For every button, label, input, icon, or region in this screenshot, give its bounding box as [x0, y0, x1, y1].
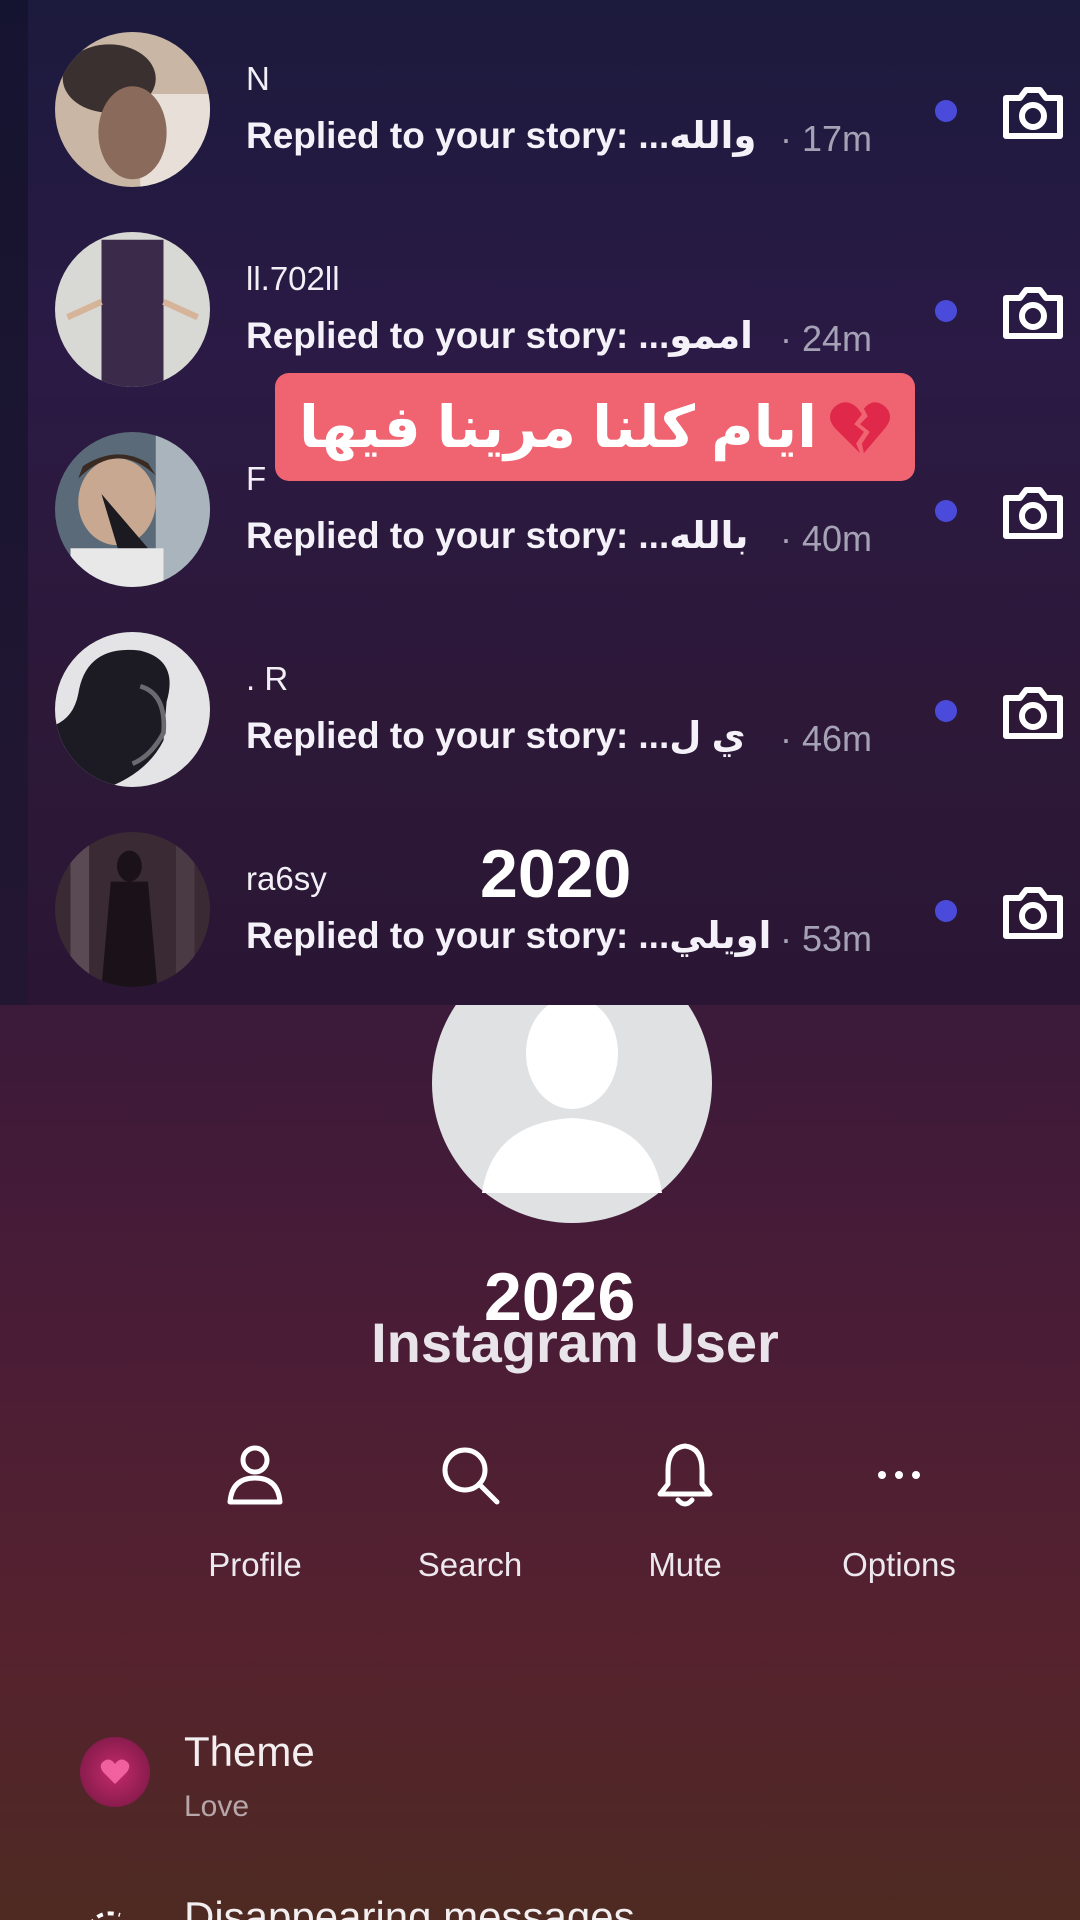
- thread-time: · 17m: [780, 118, 873, 159]
- search-button-label: Search: [417, 1546, 523, 1583]
- thread-time: · 46m: [780, 718, 873, 759]
- bell-icon: [657, 1443, 713, 1507]
- unread-dot: [935, 700, 957, 722]
- avatar[interactable]: [55, 232, 210, 387]
- profile-button[interactable]: Profile: [170, 1440, 340, 1584]
- mute-button-label: Mute: [648, 1546, 722, 1583]
- camera-icon[interactable]: [1000, 282, 1066, 342]
- dm-thread-row[interactable]: N Replied to your story: والله... · 17m: [0, 0, 1080, 200]
- unread-dot: [935, 500, 957, 522]
- thread-time: · 53m: [780, 918, 873, 959]
- unread-dot: [935, 900, 957, 922]
- camera-icon[interactable]: [1000, 682, 1066, 742]
- unread-dot: [935, 300, 957, 322]
- thread-name: ra6sy: [246, 860, 327, 897]
- mute-button[interactable]: Mute: [600, 1440, 770, 1584]
- preview-text: اويلي...: [638, 915, 772, 956]
- thread-time: · 24m: [780, 318, 873, 359]
- dm-thread-row[interactable]: . R Replied to your story: ي ل... · 46m: [0, 600, 1080, 800]
- theme-heart-icon: [80, 1737, 150, 1807]
- profile-button-label: Profile: [208, 1546, 302, 1583]
- preview-prefix: Replied to your story:: [246, 115, 629, 156]
- person-icon: [227, 1445, 283, 1505]
- avatar[interactable]: [55, 632, 210, 787]
- options-button-label: Options: [842, 1546, 956, 1583]
- preview-prefix: Replied to your story:: [246, 515, 629, 556]
- dm-thread-row[interactable]: ll.702ll Replied to your story: اممو... ·…: [0, 200, 1080, 400]
- unread-dot: [935, 100, 957, 122]
- broken-heart-icon: [830, 402, 891, 454]
- preview-text: ي ل...: [638, 715, 746, 756]
- preview-prefix: Replied to your story:: [246, 915, 629, 956]
- camera-icon[interactable]: [1000, 482, 1066, 542]
- search-icon: [442, 1447, 500, 1505]
- preview-text: بالله...: [638, 515, 749, 556]
- year-label-top: 2020: [480, 836, 632, 912]
- thread-name: ll.702ll: [246, 260, 340, 297]
- caption-banner: ايام كلنا مرينا فيها: [275, 373, 915, 481]
- search-button[interactable]: Search: [385, 1440, 555, 1584]
- preview-text: اممو...: [638, 315, 753, 356]
- camera-icon[interactable]: [1000, 82, 1066, 142]
- banner-text: ايام كلنا مرينا فيها: [298, 395, 818, 460]
- preview-text: والله...: [638, 115, 757, 156]
- thread-name: . R: [246, 660, 289, 697]
- avatar[interactable]: [55, 832, 210, 987]
- default-profile-avatar: [432, 1005, 712, 1223]
- disappearing-messages-icon: [91, 1911, 121, 1920]
- thread-time: · 40m: [780, 518, 873, 559]
- camera-icon[interactable]: [1000, 882, 1066, 942]
- more-icon: [878, 1471, 920, 1479]
- theme-label: Theme: [184, 1728, 315, 1775]
- dm-thread-list: N Replied to your story: والله... · 17m l…: [0, 0, 1080, 1005]
- thread-name: F: [246, 460, 267, 497]
- profile-name: Instagram User: [371, 1311, 779, 1374]
- preview-prefix: Replied to your story:: [246, 315, 629, 356]
- avatar[interactable]: [55, 432, 210, 587]
- disappearing-messages-label: Disappearing messages: [184, 1893, 635, 1920]
- avatar[interactable]: [55, 32, 210, 187]
- thread-name: N: [246, 60, 270, 97]
- preview-prefix: Replied to your story:: [246, 715, 629, 756]
- theme-value: Love: [184, 1790, 250, 1823]
- options-button[interactable]: Options: [814, 1440, 984, 1584]
